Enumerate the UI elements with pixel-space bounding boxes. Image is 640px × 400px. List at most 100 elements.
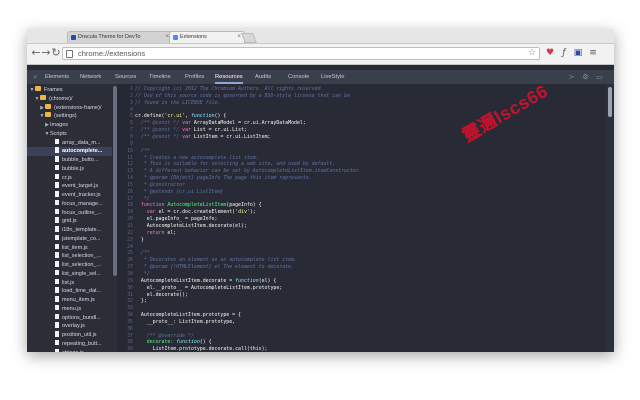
- tree-file-item[interactable]: focus_outline_...: [27, 208, 112, 218]
- code-line: AutocompleteListItem.prototype = {: [135, 312, 605, 318]
- tree-file-item[interactable]: options_bundl...: [27, 313, 112, 323]
- tree-item-label: (chrome)/: [49, 95, 73, 102]
- code-line: * This is suitable for selecting a web s…: [135, 161, 605, 167]
- code-token: 'cr.ui': [164, 113, 186, 120]
- tab-dracula-theme[interactable]: Dracula Theme for DevTo ×: [67, 31, 173, 43]
- tree-file-item[interactable]: event_target.js: [27, 182, 112, 191]
- devtools-tab-console[interactable]: Console: [288, 70, 309, 84]
- tree-folder-item[interactable]: ▶Images: [27, 121, 112, 130]
- code-line: /**: [135, 250, 605, 256]
- new-tab-button[interactable]: [241, 33, 257, 43]
- tree-item-label: grid.js: [62, 218, 77, 225]
- code-token: () {: [214, 113, 227, 120]
- menu-icon[interactable]: ≡: [588, 48, 598, 59]
- tree-file-item[interactable]: strings.js: [27, 348, 112, 352]
- devtools-tab-resources[interactable]: Resources: [215, 70, 243, 84]
- scroll-thumb[interactable]: [608, 87, 612, 117]
- code-token: decorate:: [135, 339, 177, 346]
- devtools-tab-livestyle[interactable]: LiveStyle: [321, 70, 345, 84]
- tree-file-item[interactable]: menu.js: [27, 304, 112, 314]
- tab-extensions[interactable]: Extensions ×: [169, 31, 245, 43]
- script-file-icon: [55, 217, 59, 223]
- code-token: var: [182, 120, 194, 127]
- tree-file-item[interactable]: event_tracker.js: [27, 191, 112, 200]
- console-drawer-icon[interactable]: ≻: [567, 72, 576, 82]
- tree-file-item[interactable]: overlay.js: [27, 322, 112, 331]
- line-number: 38: [127, 339, 133, 346]
- code-token: * Creates a new autocomplete list item.: [135, 154, 259, 161]
- tree-folder-item[interactable]: ▼ Frames: [27, 86, 112, 95]
- tree-file-item[interactable]: i18n_template...: [27, 226, 112, 235]
- script-file-icon: [55, 339, 59, 346]
- settings-gear-icon[interactable]: ⚙: [581, 72, 590, 82]
- devtools-tab-network[interactable]: Network: [80, 70, 101, 84]
- code-token: var: [135, 209, 159, 216]
- line-number: 1: [130, 86, 133, 92]
- script-file-icon: [55, 261, 59, 267]
- tree-folder-item[interactable]: ▼Scripts: [27, 130, 112, 139]
- tree-file-item[interactable]: cr.js: [27, 173, 112, 183]
- tree-file-item[interactable]: autocomplete...: [27, 147, 112, 157]
- line-number: 18: [127, 202, 133, 209]
- line-number: 15: [127, 181, 133, 188]
- tree-file-item[interactable]: array_data_m...: [27, 138, 112, 148]
- tree-item-label: options_bundl...: [62, 314, 101, 321]
- tree-file-item[interactable]: grid.js: [27, 217, 112, 226]
- tree-file-item[interactable]: jstemplate_co...: [27, 234, 112, 244]
- script-file-icon: [55, 269, 59, 276]
- tree-folder-item[interactable]: ▼ (settings): [27, 112, 112, 121]
- tree-folder-item[interactable]: ▶ (extensions-frame)/: [27, 103, 112, 113]
- tree-file-item[interactable]: list_single_sel...: [27, 269, 112, 279]
- bookmark-star-icon[interactable]: ☆: [528, 48, 536, 59]
- code-line: AutocompleteListItem.decorate = function…: [135, 278, 605, 284]
- inspect-search-icon[interactable]: ⌕: [31, 72, 40, 82]
- script-file-icon: [55, 164, 59, 171]
- code-token: __proto__: ListItem.prototype,: [135, 318, 236, 325]
- code-token: () {: [199, 339, 212, 346]
- pocket-icon[interactable]: ♥: [545, 48, 555, 59]
- tree-file-item[interactable]: bubble_butto...: [27, 156, 112, 165]
- line-number: 30: [127, 284, 133, 291]
- line-number: 33: [127, 305, 133, 312]
- script-file-icon: [55, 191, 59, 197]
- editor-scrollbar[interactable]: [606, 84, 614, 352]
- line-number: 23: [127, 236, 133, 243]
- devtools-tab-elements[interactable]: Elements: [45, 70, 69, 84]
- tree-file-item[interactable]: bubble.js: [27, 164, 112, 174]
- tree-file-item[interactable]: focus_manage...: [27, 199, 112, 209]
- code-token: /** @const */: [135, 127, 183, 134]
- tree-file-item[interactable]: list.js: [27, 278, 112, 288]
- devtools-tab-timeline[interactable]: Timeline: [149, 70, 171, 84]
- reload-button[interactable]: ↻: [50, 46, 62, 60]
- code-token: /**: [135, 250, 150, 257]
- code-token: el = cr.doc.createElement(: [158, 209, 236, 216]
- tree-file-item[interactable]: list_item.js: [27, 243, 112, 253]
- tree-file-item[interactable]: position_util.js: [27, 331, 112, 340]
- dracula-favicon-icon: [71, 35, 76, 40]
- code-line: * Decorates an element as an autocomplet…: [135, 257, 605, 263]
- source-code-view[interactable]: // Copyright (c) 2012 The Chromium Autho…: [135, 84, 606, 352]
- tree-file-item[interactable]: repeating_butt...: [27, 339, 112, 349]
- line-number: 7: [130, 127, 133, 134]
- tree-file-item[interactable]: load_time_dat...: [27, 287, 112, 296]
- dock-icon[interactable]: ▭: [595, 72, 604, 82]
- code-token: /**: [135, 147, 150, 154]
- line-number: 36: [127, 325, 133, 332]
- address-bar[interactable]: chrome://extensions ☆: [62, 47, 540, 60]
- tree-file-item[interactable]: list_selection_...: [27, 252, 112, 261]
- tree-file-item[interactable]: menu_item.js: [27, 296, 112, 305]
- devtools-tab-audits[interactable]: Audits: [255, 70, 271, 84]
- script-file-icon: [55, 199, 59, 206]
- folder-icon: [45, 112, 51, 118]
- font-icon[interactable]: ƒ: [559, 48, 569, 59]
- devtools-tab-profiles[interactable]: Profiles: [185, 70, 204, 84]
- code-line: };: [135, 298, 605, 304]
- extensions-favicon-icon: [173, 35, 178, 40]
- script-file-icon: [55, 296, 59, 302]
- devtools-tab-sources[interactable]: Sources: [115, 70, 136, 84]
- page-icon[interactable]: ▣: [573, 48, 583, 59]
- tree-file-item[interactable]: list_selection_...: [27, 261, 112, 270]
- tree-folder-item[interactable]: ▼ (chrome)/: [27, 94, 112, 104]
- tab-title: Dracula Theme for DevTo: [78, 34, 141, 40]
